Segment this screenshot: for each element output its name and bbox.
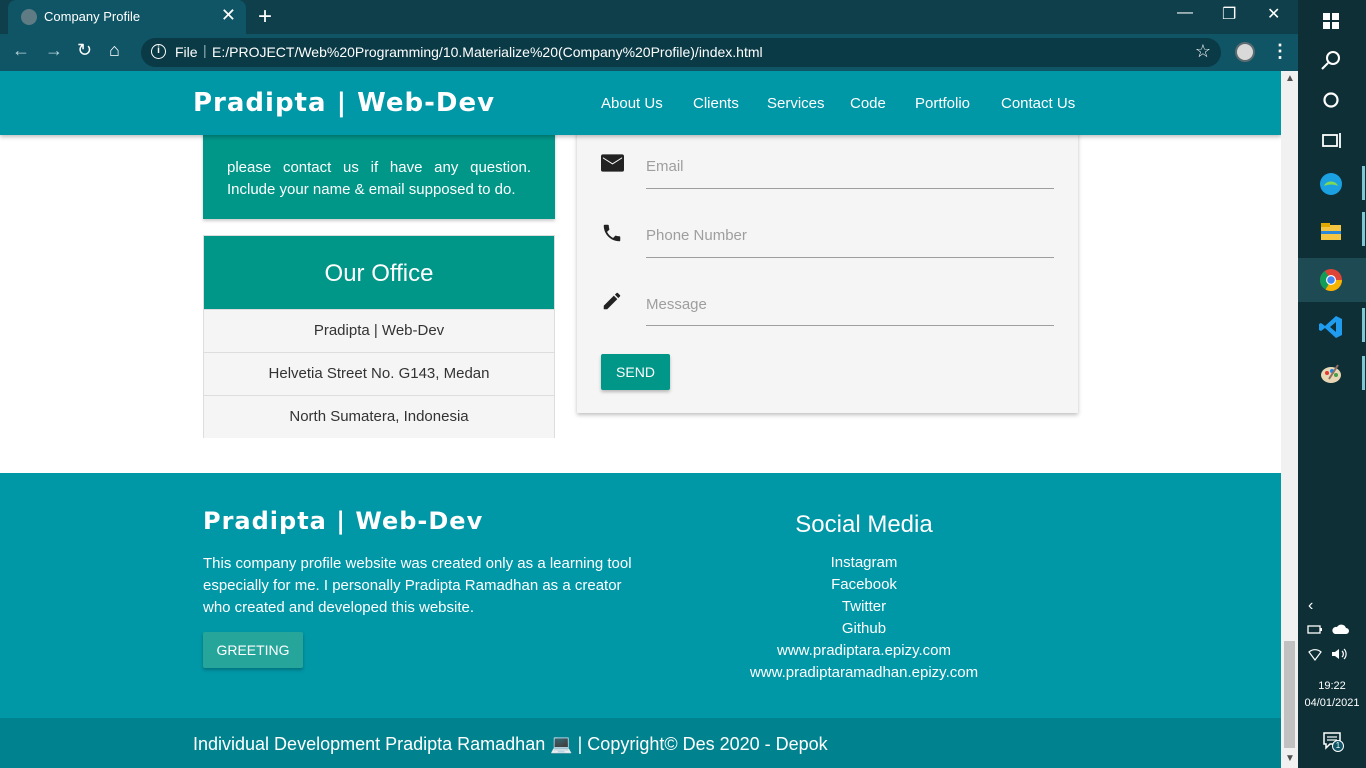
- page-viewport: Pradipta | Web-Dev About Us Clients Serv…: [0, 71, 1281, 768]
- bookmark-star-icon[interactable]: ☆: [1195, 41, 1211, 62]
- social-media-title: Social Media: [795, 511, 933, 538]
- site-footer: Pradipta | Web-Dev This company profile …: [0, 473, 1281, 718]
- scrollbar-thumb[interactable]: [1284, 641, 1295, 748]
- chrome-icon[interactable]: [1318, 267, 1344, 293]
- show-hidden-icons-chevron-icon[interactable]: ‹: [1308, 597, 1313, 615]
- social-link-facebook[interactable]: Facebook: [664, 576, 1064, 593]
- window-close-icon[interactable]: ✕: [1267, 4, 1280, 24]
- phone-icon: [603, 224, 621, 242]
- paint-running-indicator: [1362, 356, 1365, 390]
- office-row: Pradipta | Web-Dev: [204, 309, 554, 352]
- info-icon[interactable]: i: [151, 44, 166, 59]
- social-link-twitter[interactable]: Twitter: [664, 598, 1064, 615]
- office-row: North Sumatera, Indonesia: [204, 395, 554, 438]
- nav-link-about-us[interactable]: About Us: [601, 95, 663, 112]
- globe-icon: [21, 9, 37, 25]
- contact-note: please contact us if have any question. …: [227, 159, 531, 198]
- footer-brand: Pradipta | Web-Dev: [203, 507, 484, 535]
- restore-icon[interactable]: ❐: [1222, 4, 1236, 24]
- taskbar-time[interactable]: 19:22: [1298, 680, 1366, 692]
- url-text[interactable]: E:/PROJECT/Web%20Programming/10.Material…: [212, 44, 763, 60]
- windows-taskbar: ‹ 19:22 04/01/2021 1: [1298, 0, 1366, 768]
- tab-title: Company Profile: [44, 9, 141, 24]
- url-separator: |: [203, 42, 207, 58]
- social-link-github[interactable]: Github: [664, 620, 1064, 637]
- email-underline: [646, 188, 1054, 189]
- back-icon[interactable]: ←: [12, 40, 30, 61]
- address-bar[interactable]: i File | E:/PROJECT/Web%20Programming/10…: [141, 38, 1221, 67]
- nav-link-services[interactable]: Services: [767, 95, 825, 112]
- volume-icon[interactable]: [1330, 646, 1350, 662]
- task-view-icon[interactable]: [1318, 127, 1344, 153]
- new-tab-button[interactable]: +: [258, 3, 272, 31]
- tab-close-icon[interactable]: ✕: [221, 5, 236, 26]
- office-row: Helvetia Street No. G143, Medan: [204, 352, 554, 395]
- home-icon[interactable]: ⌂: [109, 40, 120, 61]
- minimize-icon[interactable]: —: [1177, 4, 1193, 22]
- social-link-website-2[interactable]: www.pradiptaramadhan.epizy.com: [664, 664, 1064, 681]
- vscode-icon[interactable]: [1318, 314, 1344, 340]
- copyright-text: Individual Development Pradipta Ramadhan…: [193, 734, 828, 754]
- forward-icon[interactable]: →: [45, 40, 63, 61]
- menu-kebab-icon[interactable]: ⋮: [1271, 41, 1289, 62]
- nav-link-portfolio[interactable]: Portfolio: [915, 95, 970, 112]
- notification-count-badge: 1: [1332, 740, 1344, 752]
- office-card: Our Office Pradipta | Web-Dev Helvetia S…: [203, 235, 555, 438]
- social-link-instagram[interactable]: Instagram: [664, 554, 1064, 571]
- profile-avatar[interactable]: [1235, 42, 1255, 62]
- navbar-brand[interactable]: Pradipta | Web-Dev: [193, 88, 495, 118]
- office-title: Our Office: [324, 260, 434, 287]
- phone-underline: [646, 257, 1054, 258]
- scroll-up-icon[interactable]: ▲: [1285, 73, 1295, 84]
- browser-tab-bar: Company Profile ✕ + — ❐ ✕: [0, 0, 1298, 34]
- send-button[interactable]: SEND: [601, 354, 670, 390]
- social-link-website-1[interactable]: www.pradiptara.epizy.com: [664, 642, 1064, 659]
- battery-icon[interactable]: [1306, 622, 1324, 638]
- reload-icon[interactable]: ↻: [77, 40, 92, 61]
- scroll-down-icon[interactable]: ▼: [1285, 753, 1295, 764]
- office-header: Our Office: [204, 236, 554, 309]
- nav-link-code[interactable]: Code: [850, 95, 886, 112]
- phone-field[interactable]: Phone Number: [646, 227, 747, 244]
- pencil-icon: [603, 292, 621, 310]
- onedrive-cloud-icon[interactable]: [1330, 622, 1350, 636]
- nav-link-contact-us[interactable]: Contact Us: [1001, 95, 1075, 112]
- nav-link-clients[interactable]: Clients: [693, 95, 739, 112]
- message-underline: [646, 325, 1054, 326]
- cortana-icon[interactable]: [1318, 87, 1344, 113]
- explorer-running-indicator: [1362, 212, 1365, 246]
- edge-icon[interactable]: [1318, 171, 1344, 197]
- footer-description: This company profile website was created…: [203, 555, 632, 616]
- windows-start-icon[interactable]: [1318, 8, 1344, 34]
- page-scrollbar[interactable]: ▲ ▼: [1281, 71, 1298, 768]
- copyright-bar: Individual Development Pradipta Ramadhan…: [0, 718, 1281, 768]
- email-icon: [601, 154, 624, 172]
- site-navbar: Pradipta | Web-Dev About Us Clients Serv…: [0, 71, 1281, 135]
- search-icon[interactable]: [1318, 48, 1344, 74]
- file-explorer-icon[interactable]: [1318, 219, 1344, 245]
- greeting-button[interactable]: GREETING: [203, 632, 303, 668]
- url-scheme: File: [175, 44, 198, 60]
- browser-tab[interactable]: Company Profile ✕: [8, 0, 246, 34]
- vscode-running-indicator: [1362, 308, 1365, 342]
- wifi-icon[interactable]: [1306, 646, 1324, 662]
- message-field[interactable]: Message: [646, 296, 707, 313]
- browser-toolbar: ← → ↻ ⌂ i File | E:/PROJECT/Web%20Progra…: [0, 34, 1298, 71]
- taskbar-date[interactable]: 04/01/2021: [1298, 697, 1366, 709]
- email-field[interactable]: Email: [646, 158, 684, 175]
- paint-icon[interactable]: [1318, 361, 1344, 387]
- edge-running-indicator: [1362, 166, 1365, 200]
